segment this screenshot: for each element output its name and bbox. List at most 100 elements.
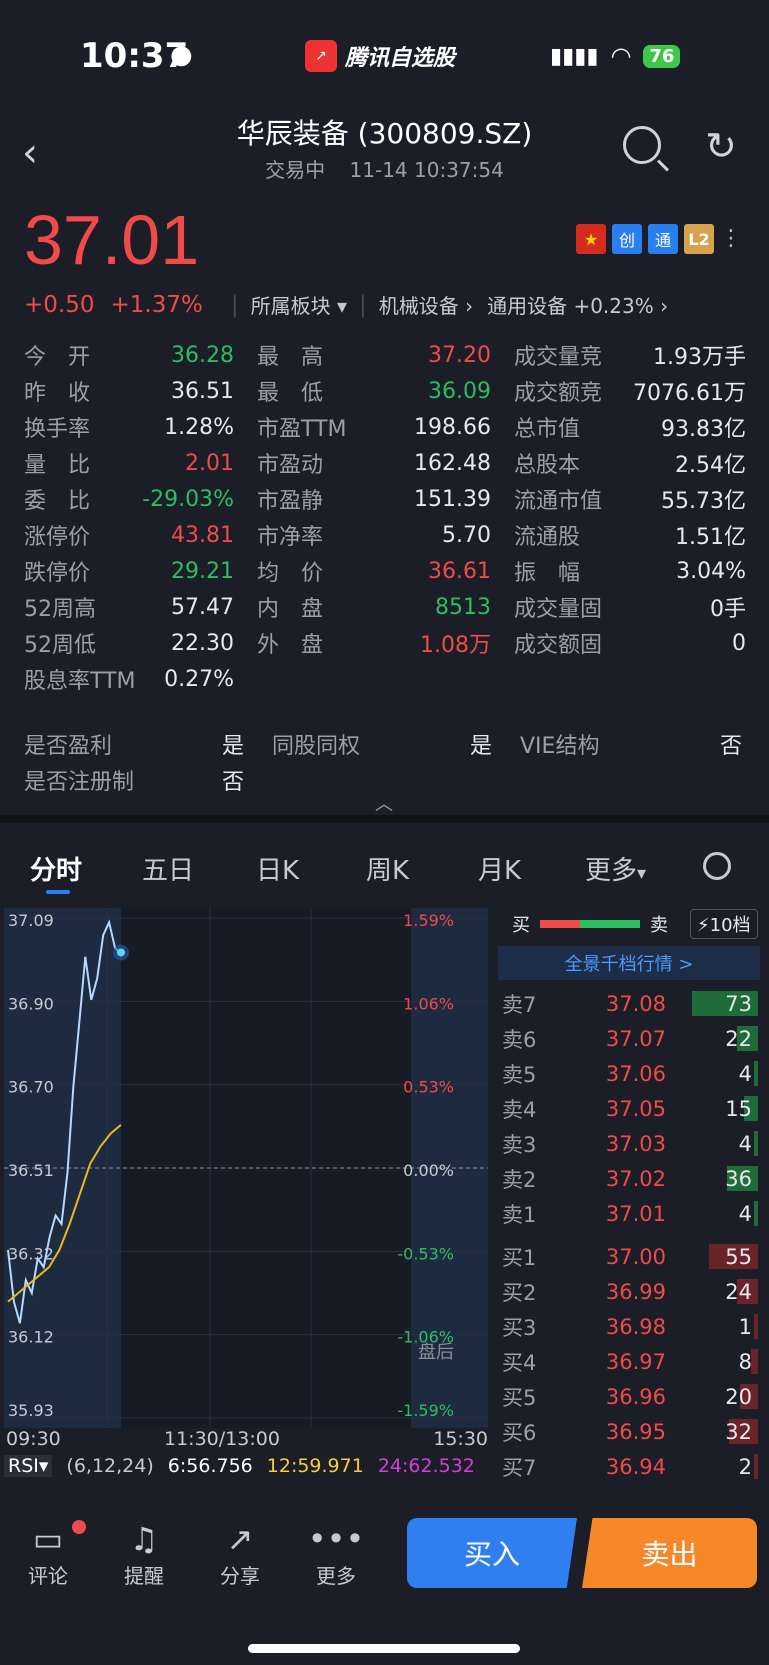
badge-l2[interactable]: L2 <box>684 224 714 254</box>
stat-label: 昨 收 <box>24 381 91 406</box>
stat-value: 1.28% <box>164 414 234 440</box>
more-vertical-icon[interactable]: ⋮ <box>720 224 742 254</box>
stat-value: 36.51 <box>171 378 234 404</box>
stat-label: 成交量竞 <box>514 345 603 370</box>
intraday-chart[interactable]: 37.0936.9036.7036.5136.3236.1235.931.59%… <box>4 908 488 1428</box>
tab-daily-k[interactable]: 日K <box>256 850 299 887</box>
orderbook-volume: 36 <box>725 1166 752 1191</box>
person-icon: ● <box>170 40 193 70</box>
share-label: 分享 <box>220 1564 260 1588</box>
stat-value: 36.09 <box>428 378 491 404</box>
rsi-selector[interactable]: RSI▾ <box>4 1455 53 1477</box>
settings-icon[interactable] <box>703 852 731 880</box>
orderbook: 买 卖 ⚡10档 全景千档行情 > 卖7 37.08 73 卖6 37.07 22 卖5 37… <box>498 908 760 1484</box>
collapse-icon[interactable]: ︿ <box>375 790 393 816</box>
alert-button[interactable]: ♫ 提醒 <box>104 1518 184 1589</box>
rsi-label: RSI <box>8 1455 39 1477</box>
bids-list: 买1 37.00 55 买2 36.99 24 买3 36.98 1 买4 36.97 8 买5 36.9… <box>498 1239 760 1484</box>
level-toggle-button[interactable]: ⚡10档 <box>690 909 758 939</box>
orderbook-row[interactable]: 卖4 37.05 15 <box>498 1091 760 1126</box>
stat-value: 93.83亿 <box>661 417 746 442</box>
orderbook-volume: 4 <box>738 1201 752 1226</box>
stat-value: 151.39 <box>414 486 491 512</box>
tab-more[interactable]: 更多▾ <box>585 850 646 887</box>
full-depth-link[interactable]: 全景千档行情 > <box>498 946 760 980</box>
sector-dropdown[interactable]: 所属板块 ▾ <box>251 290 347 319</box>
sell-button[interactable]: 卖出 <box>582 1518 757 1588</box>
stat-value: 29.21 <box>171 558 234 584</box>
stat-row: 成交量竞 1.93万手 <box>514 337 746 373</box>
registration-value: 否 <box>222 770 245 795</box>
stat-label: 市盈TTM <box>257 417 347 442</box>
stat-row: 流通市值 55.73亿 <box>514 481 746 517</box>
stat-label: 成交量固 <box>514 597 603 622</box>
orderbook-price: 36.99 <box>605 1279 666 1304</box>
orderbook-volume: 2 <box>738 1454 752 1479</box>
stat-label: 成交额竞 <box>514 381 603 406</box>
refresh-icon[interactable]: ↻ <box>705 124 737 168</box>
y-tick-left: 36.12 <box>8 1328 54 1347</box>
orderbook-row[interactable]: 卖1 37.01 4 <box>498 1196 760 1231</box>
comment-label: 评论 <box>28 1564 68 1588</box>
rsi-params: (6,12,24) <box>66 1455 154 1477</box>
orderbook-row[interactable]: 买7 36.94 2 <box>498 1449 760 1484</box>
orderbook-row[interactable]: 买3 36.98 1 <box>498 1309 760 1344</box>
orderbook-row[interactable]: 买1 37.00 55 <box>498 1239 760 1274</box>
badge-tong[interactable]: 通 <box>648 224 678 254</box>
battery-icon: 76 <box>643 44 681 68</box>
stat-label: 振 幅 <box>514 561 581 586</box>
orderbook-row[interactable]: 买2 36.99 24 <box>498 1274 760 1309</box>
divider: | <box>230 291 239 318</box>
orderbook-price: 36.97 <box>605 1349 666 1374</box>
search-icon[interactable] <box>623 126 661 164</box>
tab-monthly-k[interactable]: 月K <box>478 850 521 887</box>
badge-chuang[interactable]: 创 <box>612 224 642 254</box>
orderbook-row[interactable]: 卖3 37.03 4 <box>498 1126 760 1161</box>
china-flag-icon: ★ <box>576 224 606 254</box>
comment-button[interactable]: ▭ 评论 <box>8 1518 88 1589</box>
buy-button[interactable]: 买入 <box>407 1518 577 1588</box>
stat-label: 52周低 <box>24 633 96 658</box>
stat-row: 市净率 5.70 <box>257 517 491 553</box>
sector-link-1[interactable]: 机械设备 › <box>379 290 473 319</box>
sector-link-2[interactable]: 通用设备 +0.23% › <box>487 290 668 319</box>
stat-label: 最 低 <box>257 381 324 406</box>
orderbook-level: 买1 <box>502 1245 537 1270</box>
home-indicator[interactable] <box>248 1644 520 1653</box>
tab-intraday[interactable]: 分时 <box>30 850 82 887</box>
vie-label: VIE结构 <box>520 734 600 759</box>
market-badges: ★ 创 通 L2 ⋮ <box>576 224 742 254</box>
signal-icon: ▮▮▮▮ <box>550 43 599 69</box>
wifi-icon: ◠ <box>610 42 632 70</box>
current-price: 37.01 <box>24 201 200 279</box>
orderbook-row[interactable]: 卖2 37.02 36 <box>498 1161 760 1196</box>
stat-value: 5.70 <box>442 522 491 548</box>
orderbook-row[interactable]: 卖5 37.06 4 <box>498 1056 760 1091</box>
chevron-right-icon: › <box>660 294 669 318</box>
tab-weekly-k[interactable]: 周K <box>366 850 409 887</box>
orderbook-row[interactable]: 卖7 37.08 73 <box>498 986 760 1021</box>
orderbook-row[interactable]: 买5 36.96 20 <box>498 1379 760 1414</box>
tab-5day[interactable]: 五日 <box>142 850 194 887</box>
share-button[interactable]: ↗ 分享 <box>200 1518 280 1589</box>
stat-row: 股息率TTM 0.27% <box>24 661 234 697</box>
orderbook-row[interactable]: 买4 36.97 8 <box>498 1344 760 1379</box>
stat-row: 总股本 2.54亿 <box>514 445 746 481</box>
stats-col-1: 今 开 36.28 昨 收 36.51 换手率 1.28% 量 比 2.01 委 比 -29.03… <box>24 337 234 697</box>
stat-row: 成交量固 0手 <box>514 589 746 625</box>
section-divider <box>0 815 769 823</box>
orderbook-volume: 20 <box>725 1384 752 1409</box>
orderbook-row[interactable]: 买6 36.95 32 <box>498 1414 760 1449</box>
stat-label: 跌停价 <box>24 561 91 586</box>
tab-underline <box>46 890 70 894</box>
orderbook-row[interactable]: 卖6 37.07 22 <box>498 1021 760 1056</box>
chevron-right-icon: › <box>465 294 474 318</box>
stat-value: -29.03% <box>142 486 234 512</box>
more-button[interactable]: ••• 更多 <box>296 1518 376 1589</box>
orderbook-price: 36.98 <box>605 1314 666 1339</box>
stat-row: 昨 收 36.51 <box>24 373 234 409</box>
orderbook-price: 36.94 <box>605 1454 666 1479</box>
stat-value: 22.30 <box>171 630 234 656</box>
rsi-24: 24:62.532 <box>377 1455 475 1477</box>
orderbook-price: 36.96 <box>605 1384 666 1409</box>
